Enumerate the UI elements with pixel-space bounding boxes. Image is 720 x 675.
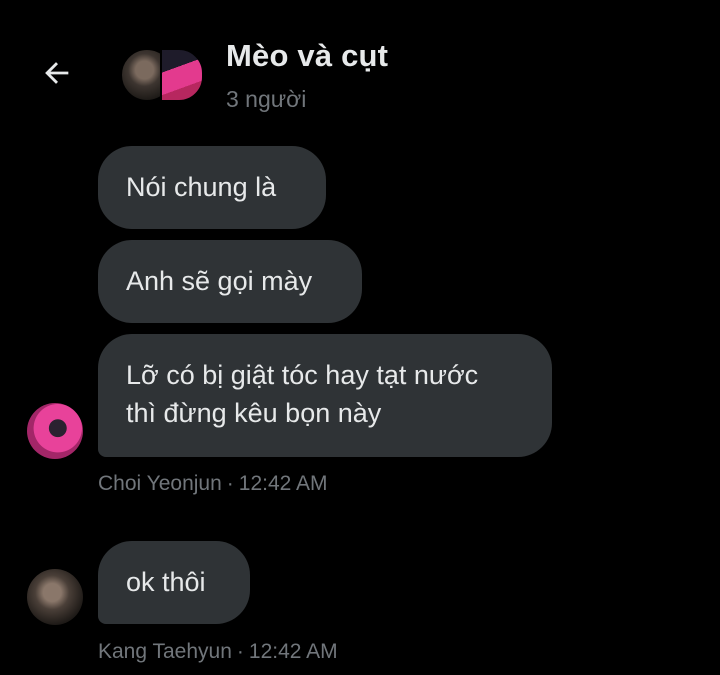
message-text-line: Lỡ có bị giật tóc hay tạt nước — [126, 360, 479, 390]
member-avatar — [160, 48, 204, 102]
conversation-header: Mèo và cụt 3 người — [0, 0, 720, 130]
sender-name: Choi Yeonjun — [98, 472, 222, 495]
back-button[interactable] — [34, 50, 80, 96]
message-bubble[interactable]: Nói chung là — [98, 146, 326, 229]
message-bubble[interactable]: ok thôi — [98, 541, 250, 624]
message-time: 12:42 AM — [248, 640, 338, 663]
message-meta: Choi Yeonjun · 12:42 AM — [98, 472, 328, 496]
avatar[interactable] — [27, 403, 83, 459]
meta-separator: · — [236, 640, 244, 663]
message-meta: Kang Taehyun · 12:42 AM — [98, 640, 338, 664]
conversation-title[interactable]: Mèo và cụt — [226, 38, 388, 74]
avatar[interactable] — [27, 569, 83, 625]
message-text-line: thì đừng kêu bọn này — [126, 398, 382, 428]
message-bubble[interactable]: Anh sẽ gọi mày — [98, 240, 362, 323]
message-time: 12:42 AM — [238, 472, 328, 495]
group-avatar[interactable] — [120, 46, 206, 102]
message-text: Nói chung là — [126, 172, 277, 202]
sender-name: Kang Taehyun — [98, 640, 232, 663]
message-bubble[interactable]: Lỡ có bị giật tóc hay tạt nước thì đừng … — [98, 334, 552, 457]
member-count: 3 người — [226, 86, 307, 112]
message-text: Anh sẽ gọi mày — [126, 266, 313, 296]
meta-separator: · — [226, 472, 234, 495]
arrow-left-icon — [45, 62, 69, 84]
message-text: ok thôi — [126, 567, 206, 597]
